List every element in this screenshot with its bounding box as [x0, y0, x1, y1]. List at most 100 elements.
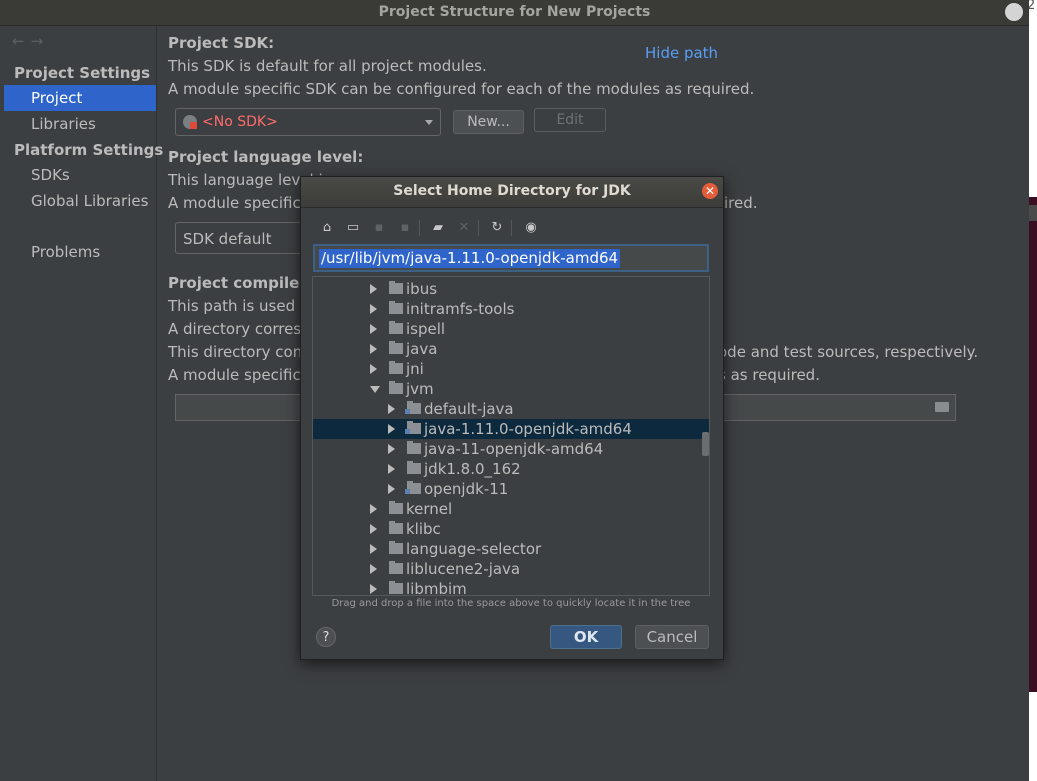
- new-sdk-button[interactable]: New...: [453, 110, 524, 134]
- folder-icon: [405, 481, 421, 494]
- tree-row-label: libmbim: [406, 580, 467, 596]
- tree-row-label: default-java: [424, 400, 514, 418]
- expand-right-icon[interactable]: [370, 304, 377, 314]
- tree-row[interactable]: jvm: [313, 379, 709, 399]
- tree-row-label: jdk1.8.0_162: [424, 460, 521, 478]
- expand-right-icon[interactable]: [388, 484, 395, 494]
- window-close-button[interactable]: [1005, 3, 1023, 21]
- tree-row-label: openjdk-11: [424, 480, 509, 498]
- new-folder-icon[interactable]: ▰: [430, 220, 446, 236]
- expand-right-icon[interactable]: [388, 444, 395, 454]
- jdk-path-input[interactable]: /usr/lib/jvm/java-1.11.0-openjdk-amd64: [313, 244, 709, 272]
- tree-row[interactable]: initramfs-tools: [313, 299, 709, 319]
- directory-tree[interactable]: ibus initramfs-tools ispell java jni jvm defau…: [312, 276, 710, 596]
- tree-row[interactable]: libmbim: [313, 579, 709, 596]
- back-arrow-icon[interactable]: ←: [12, 32, 31, 50]
- sidebar: [4, 26, 157, 781]
- tree-row[interactable]: default-java: [313, 399, 709, 419]
- tree-row-label: jni: [406, 360, 424, 378]
- expand-down-icon[interactable]: [370, 386, 380, 393]
- compiler-output-description-1: This path is used to: [168, 297, 315, 315]
- language-level-description-2: A module specific la: [168, 194, 319, 212]
- sidebar-item-libraries[interactable]: Libraries: [31, 115, 96, 133]
- show-hidden-icon[interactable]: ◉: [523, 220, 539, 236]
- tree-row-label: java: [406, 340, 438, 358]
- project-folder-icon[interactable]: ▪: [371, 220, 387, 236]
- compiler-output-description-3: This directory cont: [168, 343, 309, 361]
- expand-right-icon[interactable]: [370, 584, 377, 594]
- expand-right-icon[interactable]: [388, 404, 395, 414]
- expand-right-icon[interactable]: [370, 524, 377, 534]
- desktop-window-edge-bar: [1029, 205, 1037, 221]
- expand-right-icon[interactable]: [370, 504, 377, 514]
- folder-icon: [405, 421, 421, 434]
- tree-row[interactable]: language-selector: [313, 539, 709, 559]
- sidebar-item-global-libraries[interactable]: Global Libraries: [31, 192, 148, 210]
- folder-icon: [389, 521, 403, 534]
- folder-icon: [389, 561, 403, 574]
- expand-right-icon[interactable]: [370, 544, 377, 554]
- project-sdk-dropdown[interactable]: <No SDK>: [175, 108, 441, 136]
- drag-drop-hint: Drag and drop a file into the space abov…: [331, 598, 691, 609]
- tree-row[interactable]: openjdk-11: [313, 479, 709, 499]
- edit-sdk-button[interactable]: Edit: [534, 108, 606, 132]
- expand-right-icon[interactable]: [370, 564, 377, 574]
- tree-row[interactable]: jni: [313, 359, 709, 379]
- expand-right-icon[interactable]: [370, 284, 377, 294]
- compiler-output-description-4: A module specific c: [168, 366, 314, 384]
- tree-row[interactable]: java: [313, 339, 709, 359]
- module-folder-icon[interactable]: ▪: [397, 220, 413, 236]
- dialog-title: Select Home Directory for JDK: [393, 183, 631, 199]
- home-icon[interactable]: ⌂: [319, 220, 335, 236]
- compiler-output-description-3-tail: ode and test sources, respectively.: [718, 343, 979, 361]
- tree-row[interactable]: ispell: [313, 319, 709, 339]
- tree-row-label: java-1.11.0-openjdk-amd64: [424, 420, 632, 438]
- folder-icon: [389, 281, 403, 294]
- sidebar-item-sdks[interactable]: SDKs: [31, 166, 70, 184]
- ok-button[interactable]: OK: [550, 625, 622, 649]
- refresh-icon[interactable]: ↻: [489, 220, 505, 236]
- tree-row-label: language-selector: [406, 540, 542, 558]
- cancel-button[interactable]: Cancel: [635, 625, 709, 649]
- folder-icon: [405, 401, 421, 414]
- tree-row-label: klibc: [406, 520, 441, 538]
- forward-arrow-icon[interactable]: →: [31, 32, 50, 50]
- tree-row[interactable]: java-11-openjdk-amd64: [313, 439, 709, 459]
- folder-icon: [389, 541, 403, 554]
- tree-row-label: ispell: [406, 320, 446, 338]
- folder-icon: [389, 501, 403, 514]
- toolbar-separator: [419, 220, 420, 236]
- window-titlebar: Project Structure for New Projects: [0, 0, 1029, 26]
- sidebar-heading-platform-settings: Platform Settings: [14, 141, 164, 159]
- language-level-dropdown[interactable]: SDK default: [175, 222, 305, 254]
- expand-right-icon[interactable]: [370, 344, 377, 354]
- hide-path-link[interactable]: Hide path: [645, 44, 718, 62]
- tree-row[interactable]: java-1.11.0-openjdk-amd64: [313, 419, 709, 439]
- delete-icon[interactable]: ✕: [456, 220, 472, 236]
- language-level-heading: Project language level:: [168, 148, 364, 166]
- tree-row[interactable]: klibc: [313, 519, 709, 539]
- browse-folder-icon[interactable]: [935, 402, 949, 412]
- expand-right-icon[interactable]: [370, 364, 377, 374]
- tree-row[interactable]: kernel: [313, 499, 709, 519]
- folder-icon: [389, 581, 403, 594]
- tree-scrollbar[interactable]: [702, 432, 709, 456]
- dialog-close-button[interactable]: ✕: [702, 183, 718, 199]
- jdk-path-value: /usr/lib/jvm/java-1.11.0-openjdk-amd64: [319, 249, 621, 268]
- desktop-window-edge: [1029, 197, 1037, 692]
- tree-row[interactable]: liblucene2-java: [313, 559, 709, 579]
- tree-row[interactable]: ibus: [313, 279, 709, 299]
- window-title: Project Structure for New Projects: [378, 4, 651, 20]
- dialog-titlebar: Select Home Directory for JDK ✕: [301, 177, 723, 208]
- tree-row-label: java-11-openjdk-amd64: [424, 440, 604, 458]
- expand-right-icon[interactable]: [388, 424, 395, 434]
- project-sdk-heading: Project SDK:: [168, 34, 275, 52]
- expand-right-icon[interactable]: [370, 324, 377, 334]
- help-button[interactable]: ?: [316, 627, 336, 647]
- desktop-icon[interactable]: ▭: [345, 220, 361, 236]
- expand-right-icon[interactable]: [388, 464, 395, 474]
- sidebar-item-problems[interactable]: Problems: [31, 243, 100, 261]
- sidebar-heading-project-settings: Project Settings: [14, 64, 151, 82]
- sidebar-item-project[interactable]: Project: [31, 89, 82, 107]
- tree-row[interactable]: jdk1.8.0_162: [313, 459, 709, 479]
